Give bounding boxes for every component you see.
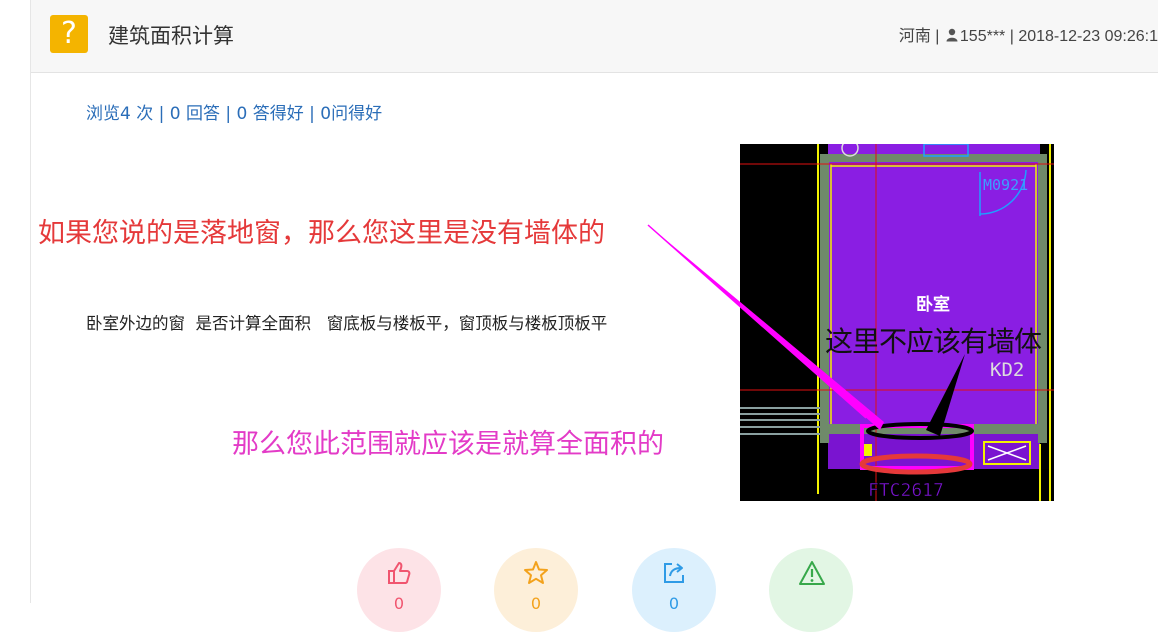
user-icon bbox=[946, 28, 958, 42]
question-body: 卧室外边的窗 是否计算全面积 窗底板与楼板平，窗顶板与楼板顶板平 bbox=[86, 314, 608, 333]
annotation-magenta-note: 那么您此范围就应该是就算全面积的 bbox=[232, 429, 664, 460]
warning-icon bbox=[799, 561, 825, 585]
star-icon bbox=[524, 561, 548, 584]
room-label: 卧室 bbox=[916, 294, 950, 315]
kd-label: KD2 bbox=[990, 359, 1024, 381]
share-count: 0 bbox=[668, 594, 680, 613]
thumbs-up-icon bbox=[388, 562, 411, 584]
annotation-black-note: 这里不应该有墙体 bbox=[825, 325, 1042, 358]
username[interactable]: 155*** bbox=[960, 28, 1005, 45]
left-divider bbox=[30, 0, 31, 603]
like-button[interactable]: 0 bbox=[357, 548, 441, 632]
question-meta: 河南 | 155*** | 2018-12-23 09:26:1 bbox=[899, 22, 1158, 46]
location: 河南 bbox=[898, 28, 931, 45]
share-icon bbox=[664, 563, 684, 583]
favorite-button[interactable]: 0 bbox=[494, 548, 578, 632]
meta-separator: | bbox=[1009, 28, 1014, 45]
annotation-red-note: 如果您说的是落地窗，那么您这里是没有墙体的 bbox=[38, 218, 605, 249]
post-datetime: 2018-12-23 09:26:1 bbox=[1018, 28, 1158, 45]
meta-separator: | bbox=[935, 28, 940, 45]
window-label: FTC2617 bbox=[868, 480, 944, 501]
door-label: M0921 bbox=[983, 176, 1028, 194]
page-title: 建筑面积计算 bbox=[108, 24, 234, 48]
share-button[interactable]: 0 bbox=[632, 548, 716, 632]
question-header: ? 建筑面积计算 河南 | 155*** | 2018-12-23 09:26:… bbox=[31, 0, 1158, 73]
question-mark-icon: ? bbox=[50, 15, 88, 53]
like-count: 0 bbox=[393, 594, 405, 613]
question-stats: 浏览4 次 | 0 回答 | 0 答得好 | 0问得好 bbox=[86, 104, 383, 124]
report-button[interactable] bbox=[769, 548, 853, 632]
favorite-count: 0 bbox=[530, 594, 542, 613]
